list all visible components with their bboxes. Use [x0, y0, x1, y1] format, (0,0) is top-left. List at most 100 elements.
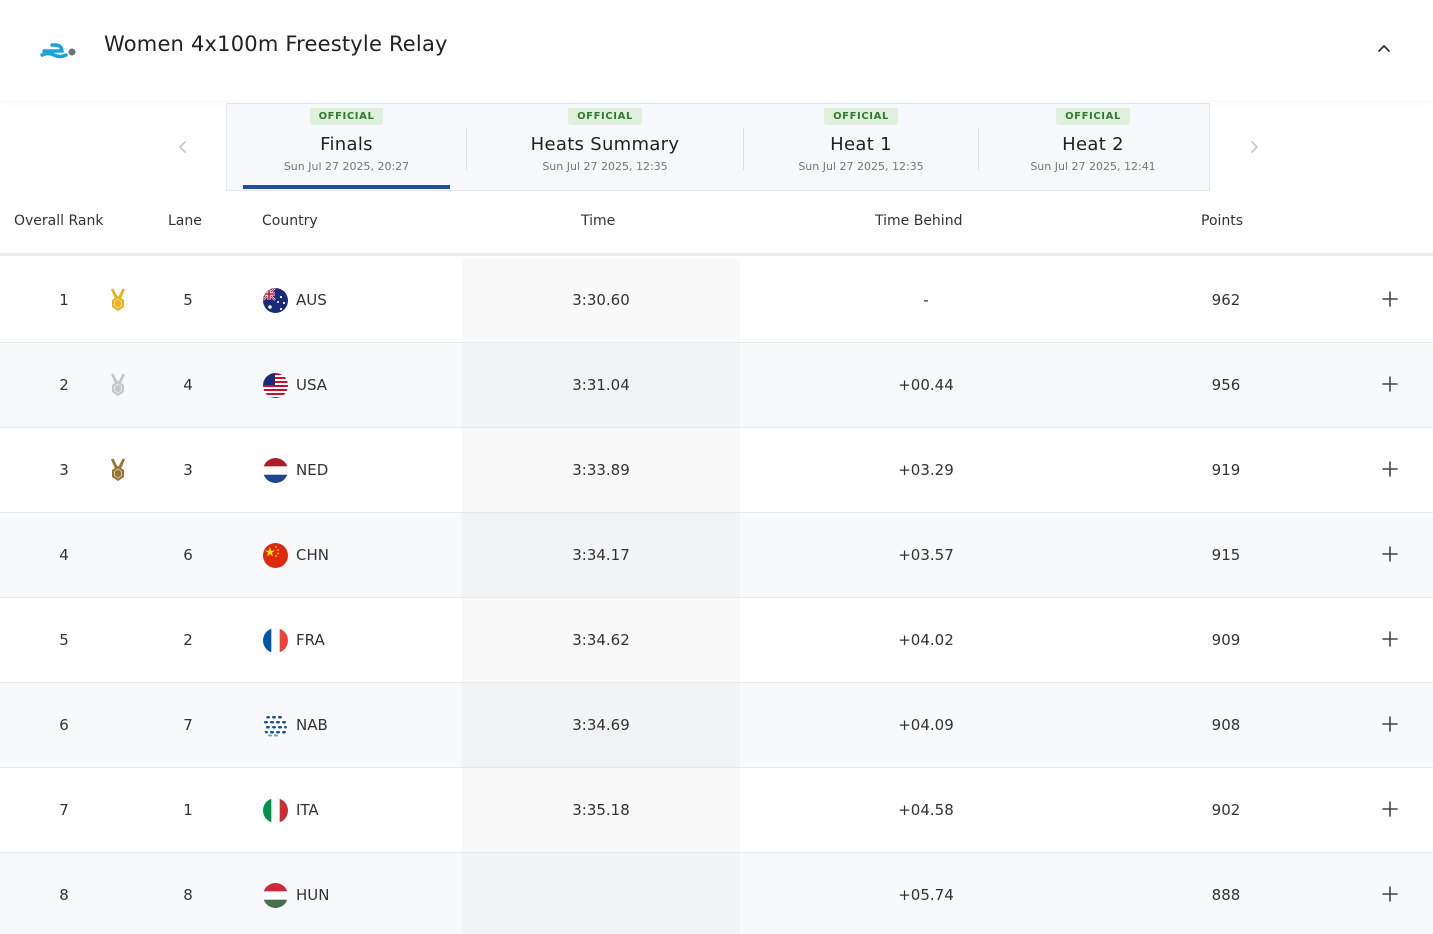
table-row: 4 6 CHN 3:34.17 +03.57 915	[0, 513, 1433, 598]
expand-plus-icon[interactable]	[1381, 715, 1399, 733]
lane-value: 5	[183, 291, 193, 309]
time-behind-value: +00.44	[898, 376, 954, 394]
event-header: Women 4x100m Freestyle Relay	[0, 0, 1433, 100]
tabs-prev-arrow-icon[interactable]	[176, 138, 190, 156]
rank-value: 3	[59, 461, 69, 479]
time-value: 3:31.04	[572, 376, 630, 394]
time-value: 3:35.18	[572, 801, 630, 819]
official-badge: OFFICIAL	[309, 108, 384, 125]
time-value: 3:34.62	[572, 631, 630, 649]
usa-flag-icon	[263, 373, 288, 398]
tab-label: Heat 1	[830, 134, 892, 155]
points-value: 909	[1211, 631, 1241, 649]
tab-label: Heat 2	[1062, 134, 1124, 155]
column-header-time-behind: Time Behind	[875, 213, 963, 229]
chevron-up-icon[interactable]	[1376, 40, 1392, 56]
expand-plus-icon[interactable]	[1381, 460, 1399, 478]
points-value: 962	[1211, 291, 1241, 309]
selected-tab-indicator	[243, 185, 450, 189]
lane-value: 1	[183, 801, 193, 819]
expand-plus-icon[interactable]	[1381, 800, 1399, 818]
official-badge: OFFICIAL	[568, 108, 642, 125]
tab-date: Sun Jul 27 2025, 12:41	[1030, 160, 1156, 173]
column-header-time: Time	[581, 213, 616, 229]
time-value: 3:30.60	[572, 291, 630, 309]
time-behind-value: +04.09	[898, 716, 954, 734]
expand-plus-icon[interactable]	[1381, 545, 1399, 563]
lane-value: 3	[183, 461, 193, 479]
time-value: 3:33.89	[572, 461, 630, 479]
points-value: 902	[1211, 801, 1241, 819]
tab-date: Sun Jul 27 2025, 12:35	[798, 160, 924, 173]
table-row: 3 3 NED 3:33.89 +03.29 919	[0, 428, 1433, 513]
tab-divider	[978, 128, 979, 170]
table-row: 6 7 NAB 3:34.69 +04.09 908	[0, 683, 1433, 768]
country-code: USA	[296, 376, 328, 394]
table-row: 8 8 HUN +05.74 888	[0, 853, 1433, 934]
expand-plus-icon[interactable]	[1381, 630, 1399, 648]
swimmer-icon	[40, 43, 76, 59]
rank-value: 2	[59, 376, 69, 394]
time-value: 3:34.17	[572, 546, 630, 564]
results-table-header: Overall Rank Lane Country Time Time Behi…	[0, 192, 1433, 256]
country-code: NED	[296, 461, 329, 479]
tab-divider	[743, 128, 744, 170]
tab-finals[interactable]: OFFICIAL Finals Sun Jul 27 2025, 20:27	[243, 104, 450, 191]
time-behind-value: -	[923, 291, 929, 309]
chn-flag-icon	[263, 543, 288, 568]
points-value: 956	[1211, 376, 1241, 394]
official-badge: OFFICIAL	[1056, 108, 1130, 125]
time-behind-value: +04.58	[898, 801, 954, 819]
table-row: 7 1 ITA 3:35.18 +04.58 902	[0, 768, 1433, 853]
expand-plus-icon[interactable]	[1381, 290, 1399, 308]
event-title: Women 4x100m Freestyle Relay	[104, 32, 448, 56]
expand-plus-icon[interactable]	[1381, 375, 1399, 393]
lane-value: 8	[183, 886, 193, 904]
tab-date: Sun Jul 27 2025, 20:27	[283, 160, 410, 173]
tab-label: Finals	[320, 134, 373, 155]
lane-value: 6	[183, 546, 193, 564]
points-value: 919	[1211, 461, 1241, 479]
rank-value: 1	[59, 291, 69, 309]
tab-heat-2[interactable]: OFFICIAL Heat 2 Sun Jul 27 2025, 12:41	[993, 104, 1193, 191]
ita-flag-icon	[263, 798, 288, 823]
hun-flag-icon	[263, 883, 288, 908]
table-row: 2 4 USA 3:31.04 +00.44 956	[0, 343, 1433, 428]
country-code: CHN	[296, 546, 329, 564]
rank-value: 8	[59, 886, 69, 904]
table-row: 1 5 AUS 3:30.60 - 962	[0, 258, 1433, 343]
aus-flag-icon	[263, 288, 288, 313]
points-value: 908	[1211, 716, 1241, 734]
expand-plus-icon[interactable]	[1381, 885, 1399, 903]
rank-value: 6	[59, 716, 69, 734]
tabs-next-arrow-icon[interactable]	[1247, 138, 1261, 156]
lane-value: 4	[183, 376, 193, 394]
tab-label: Heats Summary	[530, 134, 680, 155]
silver-medal-icon	[110, 373, 126, 396]
rank-value: 4	[59, 546, 69, 564]
tab-heats-summary[interactable]: OFFICIAL Heats Summary Sun Jul 27 2025, …	[487, 104, 723, 191]
lane-value: 2	[183, 631, 193, 649]
time-behind-value: +05.74	[898, 886, 954, 904]
column-header-country: Country	[262, 213, 318, 229]
ned-flag-icon	[263, 458, 288, 483]
column-header-points: Points	[1201, 213, 1244, 229]
points-value: 915	[1211, 546, 1241, 564]
tab-date: Sun Jul 27 2025, 12:35	[542, 160, 668, 173]
country-code: FRA	[296, 631, 325, 649]
bronze-medal-icon	[110, 458, 126, 481]
fra-flag-icon	[263, 628, 288, 653]
lane-value: 7	[183, 716, 193, 734]
time-behind-value: +03.57	[898, 546, 954, 564]
time-value: 3:34.69	[572, 716, 630, 734]
table-row: 5 2 FRA 3:34.62 +04.02 909	[0, 598, 1433, 683]
points-value: 888	[1211, 886, 1241, 904]
country-code: NAB	[296, 716, 328, 734]
tab-heat-1[interactable]: OFFICIAL Heat 1 Sun Jul 27 2025, 12:35	[761, 104, 961, 191]
rank-value: 5	[59, 631, 69, 649]
tab-divider	[466, 128, 467, 170]
time-behind-value: +04.02	[898, 631, 954, 649]
nab-flag-icon	[263, 713, 288, 738]
column-header-rank: Overall Rank	[14, 213, 104, 229]
country-code: ITA	[296, 801, 319, 819]
